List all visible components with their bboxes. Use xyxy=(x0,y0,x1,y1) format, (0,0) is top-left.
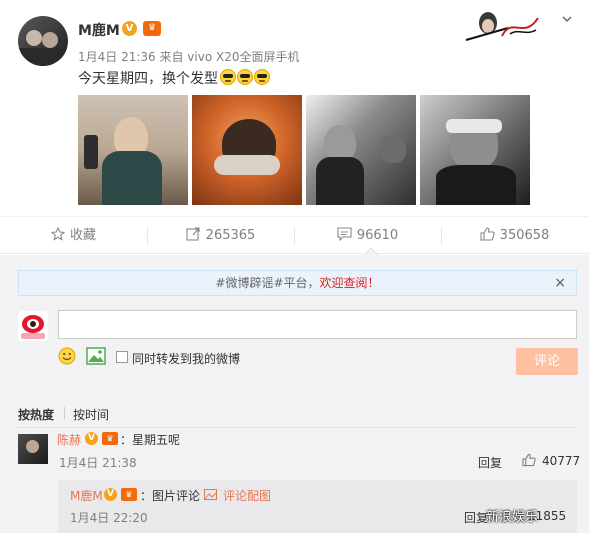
comment-icon xyxy=(337,227,352,241)
notice-prefix: #微博辟谣#平台， xyxy=(215,276,320,290)
post-photo[interactable] xyxy=(306,95,416,205)
comment-like-count: 40777 xyxy=(542,454,581,468)
repost-checkbox[interactable] xyxy=(116,351,128,363)
card-banner-art[interactable] xyxy=(464,6,544,42)
post-meta: 1月4日 21:36 来自 vivo X20全面屏手机 xyxy=(78,50,300,64)
post-photo[interactable] xyxy=(78,95,188,205)
thumbs-up-icon xyxy=(480,227,495,241)
post-action-bar: 收藏 265365 96610 350658 xyxy=(0,216,589,254)
favorite-button[interactable]: 收藏 xyxy=(0,217,147,255)
like-count: 350658 xyxy=(499,228,550,243)
chevron-down-icon[interactable] xyxy=(562,14,572,24)
member-badge-icon: ♛ xyxy=(143,21,161,36)
reply-button[interactable]: 回复 xyxy=(478,454,502,471)
sub-comment-text: ：图片评论 xyxy=(140,489,201,503)
sort-by-time-tab[interactable]: 按时间 xyxy=(73,406,109,423)
divider xyxy=(18,427,577,428)
comment-count: 96610 xyxy=(356,228,399,243)
emoji-group xyxy=(220,69,271,85)
repost-count: 265365 xyxy=(205,228,256,243)
sub-commenter-name[interactable]: M鹿M xyxy=(70,487,103,504)
sunglasses-emoji-icon xyxy=(220,69,236,85)
submit-comment-button[interactable]: 评论 xyxy=(516,348,578,375)
comment-time: 1月4日 21:38 xyxy=(59,456,137,470)
sunglasses-emoji-icon xyxy=(254,69,270,85)
author-avatar[interactable] xyxy=(18,16,68,66)
member-badge-icon: ♛ xyxy=(121,488,137,501)
repost-button[interactable]: 265365 xyxy=(147,217,294,255)
post-text: 今天星期四，换个发型 xyxy=(78,71,218,87)
comment-input[interactable] xyxy=(58,310,577,339)
thumbs-up-icon[interactable] xyxy=(522,453,536,467)
notice-highlight: 欢迎查阅！ xyxy=(319,276,380,290)
weibo-post: M鹿M V ♛ 1月4日 21:36 来自 vivo X20全面屏手机 今天星期… xyxy=(0,0,589,216)
comment-image-link[interactable]: 评论配图 xyxy=(223,487,271,504)
rumor-notice-banner[interactable]: #微博辟谣#平台，欢迎查阅！ × xyxy=(18,270,577,296)
member-badge-icon: ♛ xyxy=(102,432,118,445)
favorite-label: 收藏 xyxy=(69,228,96,243)
post-photo[interactable] xyxy=(420,95,530,205)
active-tab-caret-icon xyxy=(364,248,378,255)
like-button[interactable]: 350658 xyxy=(441,217,588,255)
comment-text: ：星期五呢 xyxy=(120,433,181,447)
smiley-emoji-icon[interactable] xyxy=(58,347,76,365)
repost-icon xyxy=(186,227,200,241)
repost-checkbox-label: 同时转发到我的微博 xyxy=(132,352,241,366)
image-upload-icon[interactable] xyxy=(86,347,106,365)
close-icon[interactable]: × xyxy=(554,271,566,295)
verified-badge-icon: V xyxy=(104,488,117,501)
sort-by-hot-tab[interactable]: 按热度 xyxy=(18,406,54,423)
comment-sort-bar: 按热度 按时间 xyxy=(0,398,589,428)
sub-comment-time: 1月4日 22:20 xyxy=(70,511,148,525)
star-icon xyxy=(50,227,65,241)
commenter-name[interactable]: 陈赫 xyxy=(57,431,81,448)
author-name[interactable]: M鹿M xyxy=(78,20,120,40)
commenter-avatar[interactable] xyxy=(18,434,48,464)
image-icon xyxy=(204,489,217,500)
verified-badge-icon: V xyxy=(122,21,137,36)
sunglasses-emoji-icon xyxy=(237,69,253,85)
watermark-text: 新浪娱乐 xyxy=(486,510,539,525)
current-user-avatar[interactable] xyxy=(18,311,48,341)
verified-badge-icon: V xyxy=(85,432,98,445)
comment-section: #微博辟谣#平台，欢迎查阅！ × 同时转发到我的微博 评论 按热度 按时间 陈赫… xyxy=(0,255,589,533)
reply-button[interactable]: 回复 xyxy=(464,509,488,526)
post-photo[interactable] xyxy=(192,95,302,205)
